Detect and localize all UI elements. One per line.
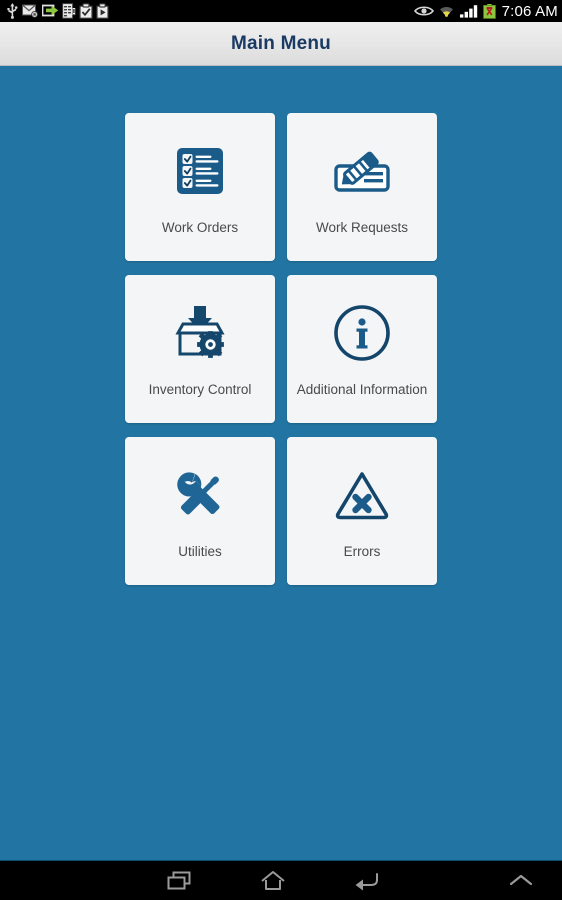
menu-tile-label: Work Orders [161,219,239,235]
recents-icon [167,871,191,889]
menu-tile-label: Work Requests [315,219,409,235]
home-button[interactable] [238,861,308,900]
box-arrow-gear-icon [160,297,240,369]
export-arrow-icon [42,4,59,17]
status-bar-clock: 7:06 AM [501,2,558,20]
menu-tile-errors[interactable]: Errors [287,437,437,585]
back-icon [355,872,378,890]
wifi-icon [439,7,453,17]
page-title: Main Menu [231,32,331,54]
report-alert-icon [62,3,76,19]
signal-bars-icon [459,5,477,18]
menu-tile-label: Errors [343,543,381,559]
menu-tile-work-requests[interactable]: Work Requests [287,113,437,261]
back-button[interactable] [332,861,402,900]
menu-grid: Work Orders Work Requests Inventory Cont… [125,113,437,585]
status-bar: 7:06 AM [0,0,562,22]
battery-icon [482,3,496,19]
email-icon [22,4,39,18]
main-content: Work Orders Work Requests Inventory Cont… [0,66,562,860]
play-store-icon [96,3,109,19]
status-bar-left-icons [6,3,109,19]
menu-tile-inventory-control[interactable]: Inventory Control [125,275,275,423]
menu-tile-work-orders[interactable]: Work Orders [125,113,275,261]
eye-icon [413,6,434,16]
pencil-form-icon [322,135,402,207]
wrench-screwdriver-icon [160,459,240,531]
home-icon [261,870,285,890]
menu-tile-label: Utilities [178,543,222,559]
warning-triangle-x-icon [322,459,402,531]
usb-icon [7,3,18,19]
menu-tile-label: Inventory Control [148,381,252,397]
menu-tile-label: Additional Information [296,381,428,397]
menu-tile-utilities[interactable]: Utilities [125,437,275,585]
recents-button[interactable] [144,861,214,900]
info-circle-icon [322,297,402,369]
navigation-bar [0,860,562,900]
checklist-icon [160,135,240,207]
chevron-up-icon [509,874,533,886]
app-screen: 7:06 AM Main Menu Work Orders Work Reque… [0,0,562,900]
status-bar-right-icons: 7:06 AM [413,2,558,20]
menu-tile-additional-information[interactable]: Additional Information [287,275,437,423]
title-bar: Main Menu [0,22,562,66]
checkbox-icon [79,3,93,19]
expand-button[interactable] [486,861,556,900]
